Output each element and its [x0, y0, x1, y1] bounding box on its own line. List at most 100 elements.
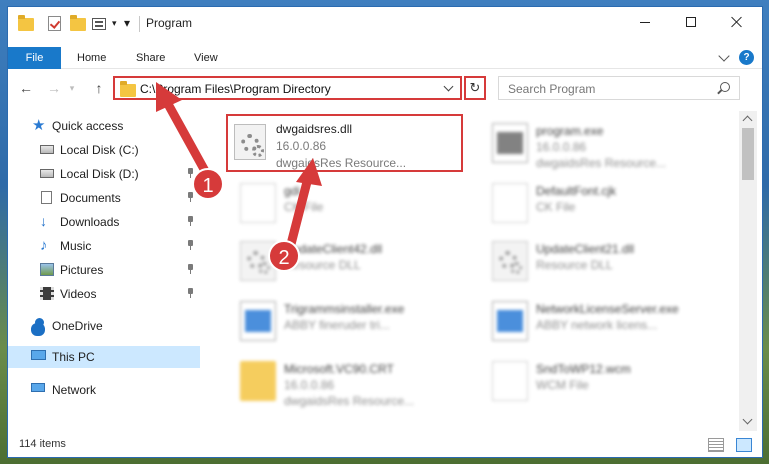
sidebar-item-label: Music: [60, 239, 92, 253]
close-icon: [731, 16, 743, 28]
address-path[interactable]: C:\Program Files\Program Directory: [140, 82, 331, 96]
sidebar-item-quick-access[interactable]: ★ Quick access: [8, 115, 200, 137]
navigation-pane: ★ Quick access Local Disk (C:) Local Dis…: [8, 111, 200, 431]
star-icon: ★: [32, 117, 46, 134]
file-item-sndtowp12[interactable]: SndToWP12.wcm WCM File: [478, 355, 718, 405]
this-pc-icon: [31, 350, 46, 360]
explorer-window: ▾ ▾ Program File Home Share View ? ← → ▾…: [7, 6, 763, 458]
tab-home[interactable]: Home: [77, 47, 106, 69]
file-item-gdi[interactable]: gdi CK File: [226, 177, 466, 227]
tab-file[interactable]: File: [8, 47, 61, 69]
exe-file-icon: [492, 301, 528, 341]
customize-menu-icon[interactable]: ▾: [124, 16, 140, 32]
chevron-down-icon[interactable]: [443, 81, 454, 92]
up-button[interactable]: ↑: [90, 79, 108, 97]
scroll-down-icon[interactable]: [742, 414, 753, 425]
sidebar-item-label: Network: [52, 383, 97, 397]
search-box[interactable]: Search Program: [498, 76, 740, 100]
sidebar-item-onedrive[interactable]: OneDrive: [8, 315, 200, 337]
expand-ribbon-icon[interactable]: [718, 50, 730, 62]
sidebar-item-label: This PC: [52, 350, 95, 364]
pin-icon[interactable]: [187, 264, 194, 274]
refresh-button[interactable]: ↻: [464, 76, 486, 100]
status-item-count: 114 items: [19, 438, 66, 450]
window-title: Program: [146, 16, 193, 30]
pin-icon[interactable]: [187, 192, 194, 202]
back-button[interactable]: ←: [17, 79, 35, 97]
search-icon[interactable]: [720, 82, 730, 92]
documents-icon: [41, 191, 52, 204]
vertical-scrollbar[interactable]: [739, 111, 757, 431]
maximize-icon: [686, 17, 696, 27]
sidebar-item-label: OneDrive: [52, 319, 103, 333]
sidebar-item-network[interactable]: Network: [8, 379, 200, 401]
file-version: 16.0.0.86: [536, 140, 587, 154]
file-item-dwgaidsres-dll[interactable]: dwgaidsres.dll 16.0.0.86 dwgaidsRes Reso…: [226, 114, 463, 172]
minimize-icon: [640, 21, 650, 23]
file-type: CK File: [284, 200, 324, 214]
pictures-icon: [40, 263, 54, 276]
details-view-icon[interactable]: [708, 438, 724, 452]
videos-icon: [40, 287, 54, 300]
pin-icon[interactable]: [187, 288, 194, 298]
folder-icon: [120, 81, 136, 97]
help-icon[interactable]: ?: [739, 50, 754, 65]
file-name: program.exe: [536, 124, 604, 138]
sidebar-item-local-disk-c[interactable]: Local Disk (C:): [8, 139, 200, 161]
search-input[interactable]: Search Program: [508, 82, 595, 96]
sidebar-item-videos[interactable]: Videos: [8, 283, 200, 305]
file-item-microsoft-vc90-crt[interactable]: Microsoft.VC90.CRT 16.0.0.86 dwgaidsRes …: [226, 355, 466, 408]
forward-button[interactable]: →: [45, 79, 63, 97]
pin-icon[interactable]: [187, 240, 194, 250]
new-folder-icon[interactable]: [70, 15, 86, 32]
downloads-icon: ↓: [40, 213, 47, 229]
title-bar: ▾ ▾ Program: [8, 7, 762, 41]
exe-file-icon: [240, 301, 276, 341]
file-item-program-exe[interactable]: program.exe 16.0.0.86 dwgaidsRes Resourc…: [478, 117, 718, 170]
sidebar-item-music[interactable]: ♪ Music: [8, 235, 200, 257]
scroll-up-icon[interactable]: [742, 115, 753, 126]
close-button[interactable]: [714, 7, 760, 37]
sidebar-item-local-disk-d[interactable]: Local Disk (D:): [8, 163, 200, 185]
properties-check-icon[interactable]: [48, 16, 64, 32]
file-list: dwgaidsres.dll 16.0.0.86 dwgaidsRes Reso…: [216, 111, 736, 431]
maximize-button[interactable]: [668, 7, 714, 37]
properties-icon[interactable]: [92, 16, 108, 32]
sidebar-item-downloads[interactable]: ↓ Downloads: [8, 211, 200, 233]
file-name: DefaultFont.cjk: [536, 184, 617, 198]
recent-locations-icon[interactable]: ▾: [63, 79, 81, 97]
tab-view[interactable]: View: [194, 47, 218, 69]
ribbon: File Home Share View ?: [8, 47, 762, 69]
minimize-button[interactable]: [622, 7, 668, 37]
sidebar-item-this-pc[interactable]: This PC: [8, 346, 200, 368]
file-name: gdi: [284, 184, 301, 198]
file-item-updateclient42[interactable]: UpdateClient42.dll Resource DLL: [226, 235, 466, 285]
file-description: dwgaidsRes Resource...: [276, 156, 407, 170]
file-item-updateclient21[interactable]: UpdateClient21.dll Resource DLL: [478, 235, 718, 285]
toolbar-separator: [139, 16, 140, 32]
file-type: Resource DLL: [536, 258, 613, 272]
folder-icon[interactable]: [18, 15, 34, 32]
file-item-defaultfont[interactable]: DefaultFont.cjk CK File: [478, 177, 718, 227]
disk-icon: [40, 145, 54, 154]
file-item-trigrammsinstaller[interactable]: Trigrammsinstaller.exe ABBY fineruder tr…: [226, 295, 466, 345]
file-version: 16.0.0.86: [276, 139, 327, 153]
sidebar-item-label: Local Disk (C:): [60, 143, 139, 157]
large-icons-view-icon[interactable]: [736, 438, 752, 452]
scroll-thumb[interactable]: [742, 128, 754, 180]
sidebar-item-pictures[interactable]: Pictures: [8, 259, 200, 281]
tab-share[interactable]: Share: [136, 47, 165, 69]
exe-file-icon: [492, 123, 528, 163]
file-name: dwgaidsres.dll: [276, 122, 353, 136]
file-description: ABBY network licens...: [536, 318, 658, 332]
file-type: CK File: [536, 200, 576, 214]
folder-icon: [240, 361, 276, 401]
file-icon: [492, 361, 528, 401]
file-icon: [492, 183, 528, 223]
file-name: NetworkLicenseServer.exe: [536, 302, 679, 316]
file-name: Microsoft.VC90.CRT: [284, 362, 394, 376]
pin-icon[interactable]: [187, 216, 194, 226]
file-item-networklicenseserver[interactable]: NetworkLicenseServer.exe ABBY network li…: [478, 295, 718, 345]
address-bar[interactable]: C:\Program Files\Program Directory: [113, 76, 462, 100]
sidebar-item-documents[interactable]: Documents: [8, 187, 200, 209]
